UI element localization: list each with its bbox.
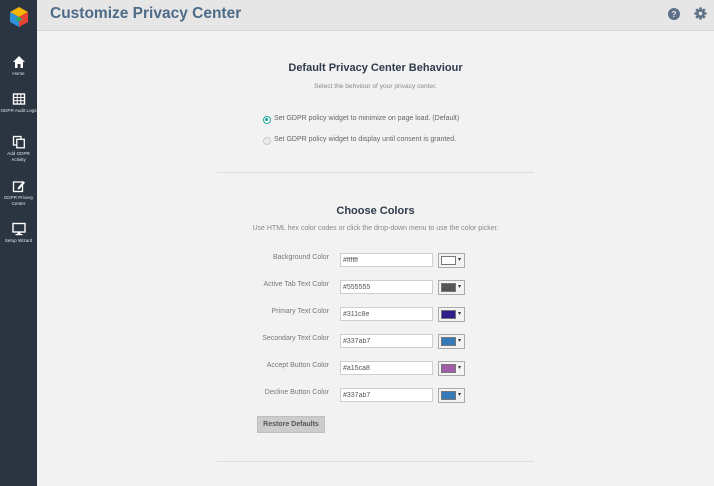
sidebar-item-gdpr-audit-logs[interactable]: GDPR Audit Logs: [0, 92, 37, 114]
color-label: Accept Button Color: [266, 362, 329, 369]
color-row-decline-button: Decline Button Color ▾: [37, 388, 714, 404]
page-title: Customize Privacy Center: [50, 5, 242, 22]
main-content: Default Privacy Center Behaviour Select …: [37, 31, 714, 486]
sidebar-item-label: GDPR Audit Logs: [0, 108, 37, 113]
color-row-active-tab-text: Active Tab Text Color ▾: [37, 280, 714, 296]
caret-down-icon: ▾: [458, 257, 462, 263]
caret-down-icon: ▾: [458, 365, 462, 371]
color-label: Active Tab Text Color: [263, 281, 330, 288]
color-label: Primary Text Color: [271, 308, 329, 315]
color-swatch: [441, 256, 456, 265]
color-picker-dropdown[interactable]: ▾: [438, 334, 465, 349]
secondary-text-color-input[interactable]: [340, 334, 433, 348]
color-row-secondary-text: Secondary Text Color ▾: [37, 334, 714, 350]
color-swatch: [441, 391, 456, 400]
caret-down-icon: ▾: [458, 284, 462, 290]
radio-button[interactable]: [263, 137, 271, 145]
color-swatch: [441, 364, 456, 373]
accept-button-color-input[interactable]: [340, 361, 433, 375]
color-label: Decline Button Color: [264, 389, 329, 396]
sidebar-item-label: Setup Wizard: [4, 238, 33, 243]
color-picker-dropdown[interactable]: ▾: [438, 307, 465, 322]
radio-button-selected[interactable]: [263, 116, 271, 124]
app-logo: [10, 7, 28, 27]
section-divider: [217, 461, 534, 462]
color-row-accept-button: Accept Button Color ▾: [37, 361, 714, 377]
active-tab-text-color-input[interactable]: [340, 280, 433, 294]
gear-icon[interactable]: [694, 7, 707, 20]
color-label: Secondary Text Color: [262, 335, 329, 342]
question-circle-icon[interactable]: ?: [668, 8, 680, 20]
color-row-primary-text: Primary Text Color ▾: [37, 307, 714, 323]
color-picker-dropdown[interactable]: ▾: [438, 388, 465, 403]
caret-down-icon: ▾: [458, 338, 462, 344]
edit-icon: [12, 181, 25, 193]
table-icon: [12, 93, 25, 105]
behaviour-section-title: Default Privacy Center Behaviour: [288, 62, 463, 74]
background-color-input[interactable]: [340, 253, 433, 267]
home-icon: [12, 56, 25, 68]
sidebar-item-add-gdpr-activity[interactable]: Add GDPR Activity: [0, 135, 37, 163]
color-swatch: [441, 283, 456, 292]
caret-down-icon: ▾: [458, 311, 462, 317]
restore-defaults-button[interactable]: Restore Defaults: [257, 416, 325, 433]
sidebar-item-setup-wizard[interactable]: Setup Wizard: [0, 222, 37, 244]
monitor-icon: [11, 222, 26, 236]
sidebar-item-label: Home: [12, 71, 25, 76]
color-picker-dropdown[interactable]: ▾: [438, 361, 465, 376]
sidebar-item-gdpr-privacy-center[interactable]: GDPR Privacy Center: [0, 179, 37, 207]
svg-text:?: ?: [671, 9, 676, 19]
copy-icon: [12, 135, 25, 149]
color-picker-dropdown[interactable]: ▾: [438, 280, 465, 295]
sidebar-item-label: Add GDPR Activity: [7, 151, 30, 162]
caret-down-icon: ▾: [458, 392, 462, 398]
radio-option-label: Set GDPR policy widget to minimize on pa…: [274, 115, 460, 122]
decline-button-color-input[interactable]: [340, 388, 433, 402]
radio-option-label: Set GDPR policy widget to display until …: [274, 136, 457, 143]
color-swatch: [441, 310, 456, 319]
color-label: Background Color: [272, 254, 329, 261]
behaviour-section-subtitle: Select the behviour of your privacy cent…: [314, 83, 437, 90]
top-bar: Customize Privacy Center ?: [37, 0, 714, 31]
sidebar: Home GDPR Audit Logs Add GDPR Activity G…: [0, 0, 37, 486]
colors-section-title: Choose Colors: [336, 205, 415, 217]
sidebar-item-label: GDPR Privacy Center: [3, 195, 34, 206]
section-divider: [217, 172, 534, 173]
sidebar-item-home[interactable]: Home: [0, 55, 37, 77]
colors-section-subtitle: Use HTML hex color codes or click the dr…: [252, 225, 499, 232]
primary-text-color-input[interactable]: [340, 307, 433, 321]
color-swatch: [441, 337, 456, 346]
color-picker-dropdown[interactable]: ▾: [438, 253, 465, 268]
color-row-background: Background Color ▾: [37, 253, 714, 269]
